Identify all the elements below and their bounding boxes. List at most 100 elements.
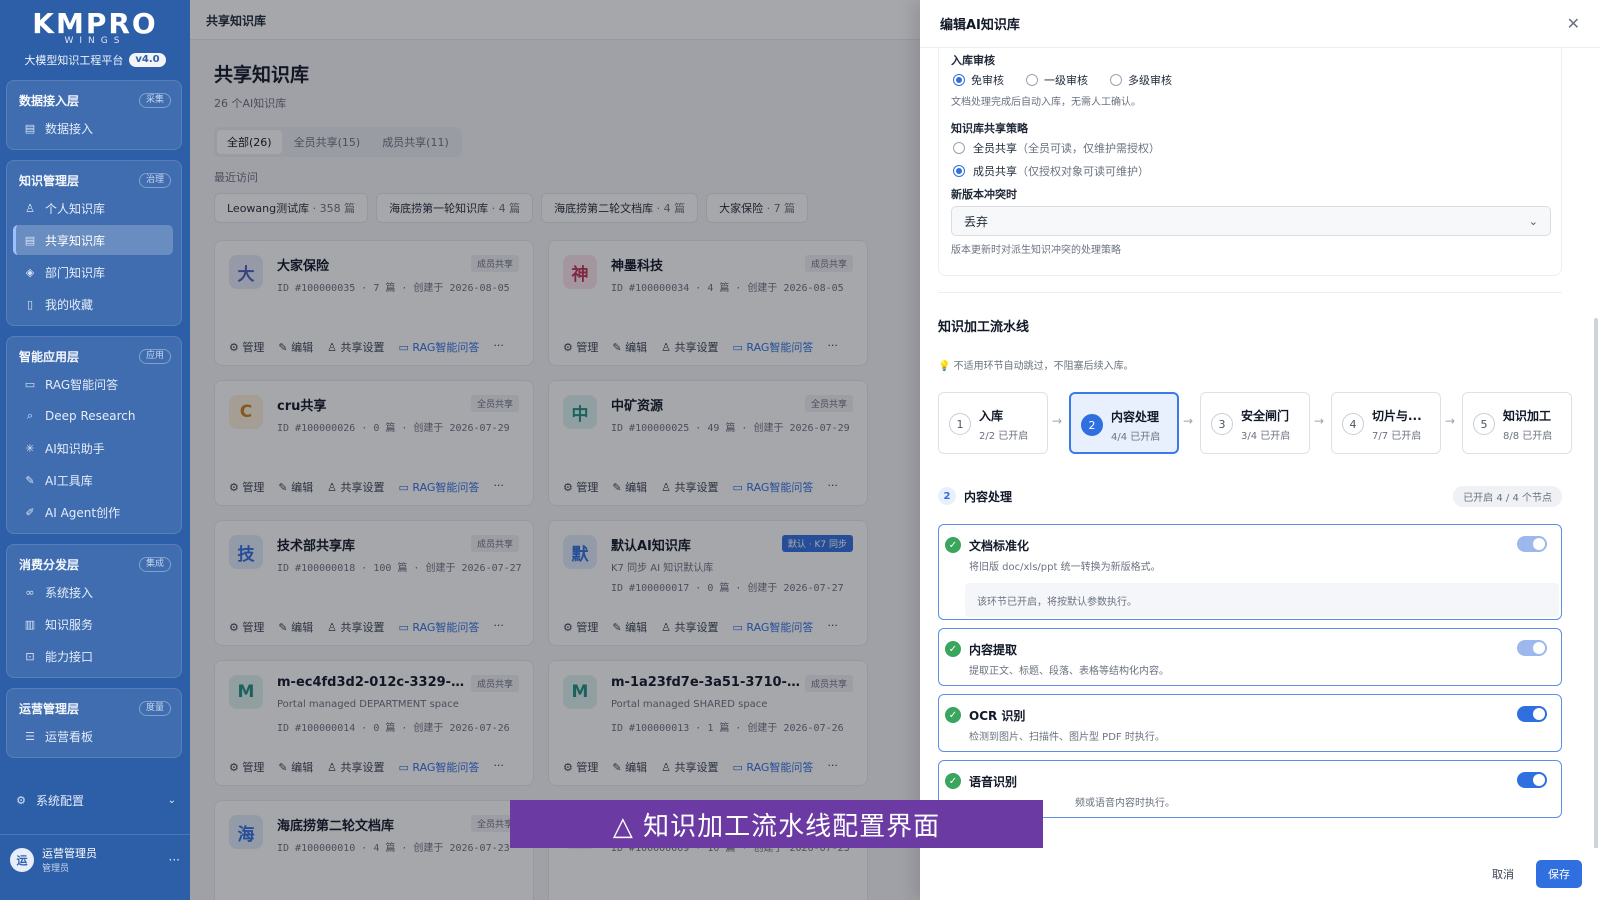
- lightbulb-icon: 💡: [938, 361, 951, 372]
- node-toggle[interactable]: [1517, 536, 1547, 552]
- sidebar-item-ai-agent[interactable]: ✐ AI Agent创作: [13, 497, 173, 527]
- arrow-right-icon: →: [1445, 414, 1456, 428]
- sidebar-item-label: 能力接口: [45, 649, 94, 664]
- sidebar-item-label: AI工具库: [45, 473, 93, 488]
- node-desc: 频或语音内容时执行。: [1075, 798, 1175, 809]
- radio-multi-review[interactable]: 多级审核: [1110, 72, 1172, 88]
- pipeline-node[interactable]: ✓ OCR 识别 检测到图片、扫描件、图片型 PDF 时执行。: [938, 694, 1562, 752]
- divider: [938, 292, 1562, 293]
- nav-group-distribution: 消费分发层 集成 ∞ 系统接入 ▥ 知识服务 ⊡ 能力接口: [6, 544, 182, 678]
- edit-icon: ✐: [25, 505, 35, 519]
- system-config-label: 系统配置: [36, 793, 85, 808]
- pipeline-node[interactable]: ✓ 文档标准化 将旧版 doc/xls/ppt 统一转换为新版格式。 该环节已开…: [938, 524, 1562, 620]
- select-value: 丢弃: [964, 214, 989, 229]
- sidebar-item-label: 数据接入: [45, 121, 94, 136]
- node-toggle[interactable]: [1517, 640, 1547, 656]
- stage-number: 2: [938, 487, 956, 505]
- node-desc: 将旧版 doc/xls/ppt 统一转换为新版格式。: [969, 562, 1161, 573]
- radio-dot: [1110, 74, 1122, 86]
- pen-icon: ✎: [25, 473, 35, 487]
- drawer-title: 编辑AI知识库: [940, 18, 1020, 33]
- save-button[interactable]: 保存: [1536, 860, 1582, 888]
- stage-title: 内容处理: [964, 489, 1013, 504]
- database-icon: ▤: [24, 233, 36, 247]
- list-icon: ☰: [25, 729, 35, 743]
- settings-box: 入库审核 免审核 一级审核 多级审核 文档处理完成后自动入库，无需人工确认。 知…: [938, 48, 1562, 276]
- radio-label: 一级审核: [1044, 74, 1088, 87]
- review-label: 入库审核: [951, 54, 995, 67]
- group-title: 智能应用层: [19, 349, 80, 364]
- edit-kb-drawer: 编辑AI知识库 ✕ 入库审核 免审核 一级审核 多级审核 文档处理完成后自动入库…: [920, 0, 1600, 900]
- pipeline-step[interactable]: 3 安全闸门 3/4 已开启: [1200, 392, 1310, 454]
- group-tag: 集成: [138, 556, 171, 572]
- pipeline-node[interactable]: ✓ 内容提取 提取正文、标题、段落、表格等结构化内容。: [938, 628, 1562, 686]
- step-name: 入库: [979, 409, 1004, 423]
- step-number: 5: [1473, 413, 1495, 435]
- system-config-menu[interactable]: ⚙ 系统配置 ⌄: [0, 786, 190, 814]
- nav-group-data: 数据接入层 采集 ▤ 数据接入: [6, 80, 182, 150]
- more-icon[interactable]: ···: [169, 853, 180, 867]
- sidebar-item-data-access[interactable]: ▤ 数据接入: [13, 113, 173, 143]
- group-tag: 采集: [138, 92, 171, 108]
- radio-single-review[interactable]: 一级审核: [1026, 72, 1088, 88]
- conflict-select[interactable]: 丢弃 ⌄: [951, 206, 1551, 236]
- sidebar-item-personal-kb[interactable]: ♙ 个人知识库: [13, 193, 173, 223]
- sidebar-item-knowledge-service[interactable]: ▥ 知识服务: [13, 609, 173, 639]
- scrollbar[interactable]: [1594, 318, 1598, 848]
- step-status: 7/7 已开启: [1372, 431, 1422, 442]
- pipeline-step[interactable]: 1 入库 2/2 已开启: [938, 392, 1048, 454]
- node-desc: 提取正文、标题、段落、表格等结构化内容。: [969, 666, 1169, 677]
- sidebar-item-favorites[interactable]: ▯ 我的收藏: [13, 289, 173, 319]
- step-number: 4: [1342, 413, 1364, 435]
- pipeline-step[interactable]: 5 知识加工 8/8 已开启: [1462, 392, 1572, 454]
- sidebar-item-label: 运营看板: [45, 729, 94, 744]
- cancel-button[interactable]: 取消: [1482, 860, 1524, 888]
- brand-logo: KMPRO: [32, 7, 158, 40]
- pipeline-step[interactable]: 4 切片与... 7/7 已开启: [1331, 392, 1441, 454]
- group-title: 数据接入层: [19, 93, 80, 108]
- step-name: 切片与...: [1372, 409, 1422, 423]
- radio-no-review[interactable]: 免审核: [953, 72, 1004, 88]
- sidebar-item-label: 部门知识库: [45, 265, 106, 280]
- sidebar-item-label: RAG智能问答: [45, 377, 119, 392]
- share-label: 知识库共享策略: [951, 122, 1028, 135]
- sidebar-item-rag[interactable]: ▭ RAG智能问答: [13, 369, 173, 399]
- sidebar-item-ai-tools[interactable]: ✎ AI工具库: [13, 465, 173, 495]
- arrow-right-icon: →: [1183, 414, 1194, 428]
- sidebar-item-label: 系统接入: [45, 585, 94, 600]
- radio-label: 全员共享: [973, 142, 1017, 155]
- radio-all-shared[interactable]: 全员共享（全员可读，仅维护需授权）: [953, 140, 1160, 156]
- radio-dot: [953, 142, 965, 154]
- brand-sub: WINGS: [64, 36, 126, 46]
- sidebar: KMPRO WINGS 大模型知识工程平台 v4.0 数据接入层 采集 ▤ 数据接入…: [0, 0, 190, 900]
- check-icon: ✓: [945, 641, 961, 657]
- node-name: 内容提取: [969, 643, 1018, 657]
- radio-label: 免审核: [971, 74, 1004, 87]
- sidebar-item-system-access[interactable]: ∞ 系统接入: [13, 577, 173, 607]
- drawer-body: 入库审核 免审核 一级审核 多级审核 文档处理完成后自动入库，无需人工确认。 知…: [920, 48, 1600, 848]
- arrow-right-icon: →: [1052, 414, 1063, 428]
- node-toggle[interactable]: [1517, 772, 1547, 788]
- check-icon: ✓: [945, 773, 961, 789]
- link-icon: ∞: [25, 585, 35, 599]
- sidebar-item-department-kb[interactable]: ◈ 部门知识库: [13, 257, 173, 287]
- close-icon[interactable]: ✕: [1567, 14, 1580, 33]
- sidebar-item-ai-assistant[interactable]: ✳ AI知识助手: [13, 433, 173, 463]
- radio-dot: [1026, 74, 1038, 86]
- sidebar-item-dashboard[interactable]: ☰ 运营看板: [13, 721, 173, 751]
- sidebar-item-label: 我的收藏: [45, 297, 94, 312]
- arrow-right-icon: →: [1314, 414, 1325, 428]
- radio-member-shared[interactable]: 成员共享（仅授权对象可读可维护）: [953, 163, 1149, 179]
- node-toggle[interactable]: [1517, 706, 1547, 722]
- user-profile[interactable]: 运 运营管理员 管理员 ···: [0, 834, 190, 884]
- sidebar-item-deep-research[interactable]: ⌕ Deep Research: [13, 401, 173, 431]
- conflict-label: 新版本冲突时: [951, 188, 1017, 201]
- book-icon: ▥: [24, 617, 36, 631]
- radio-dot: [953, 165, 965, 177]
- stage-node-count: 已开启 4 / 4 个节点: [1453, 485, 1562, 507]
- sidebar-item-api[interactable]: ⊡ 能力接口: [13, 641, 173, 671]
- pipeline-step[interactable]: 2 内容处理 4/4 已开启: [1069, 392, 1179, 454]
- drawer-header: 编辑AI知识库 ✕: [920, 0, 1600, 48]
- drawer-footer: 取消 保存: [920, 848, 1600, 900]
- sidebar-item-shared-kb[interactable]: ▤ 共享知识库: [13, 225, 173, 255]
